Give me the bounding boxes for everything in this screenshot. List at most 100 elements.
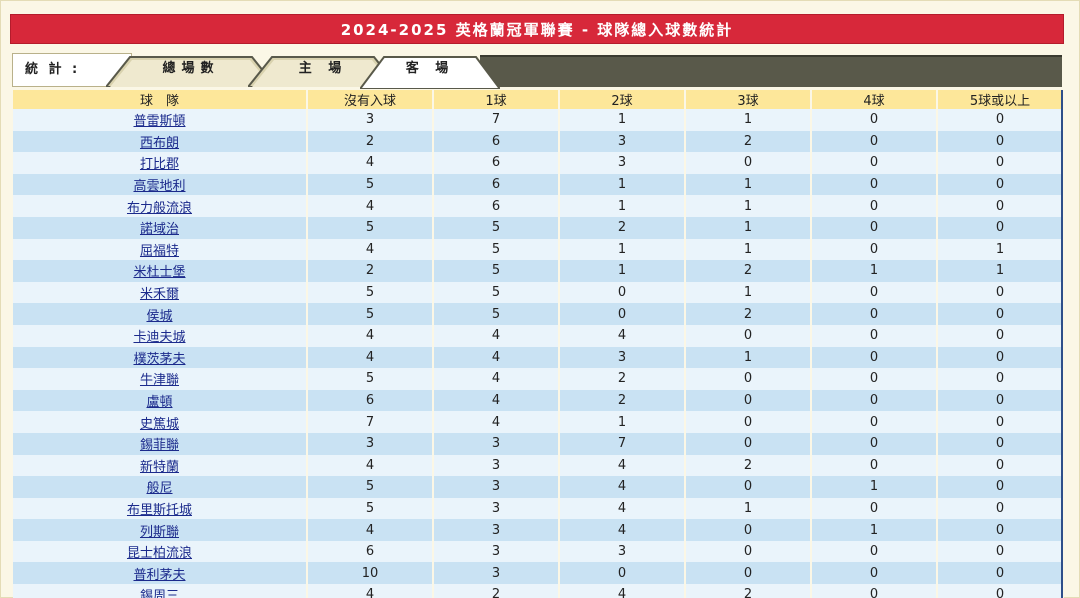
column-header: 1球 [433,90,560,109]
goal-count-cell: 6 [307,540,434,563]
table-row: 昆士柏流浪 6 3 3 0 0 0 [13,540,1064,563]
column-header: 5球或以上 [937,90,1064,109]
team-cell: 新特蘭 [13,454,308,477]
table-row: 米禾爾 5 5 0 1 0 0 [13,281,1064,304]
team-link[interactable]: 米杜士堡 [133,265,185,280]
goal-count-cell: 5 [433,216,560,239]
team-link[interactable]: 布力般流浪 [127,201,192,216]
team-link[interactable]: 錫菲聯 [140,438,179,453]
goal-count-cell: 5 [433,260,560,282]
goal-count-cell: 0 [811,432,938,455]
table-row: 高雲地利 5 6 1 1 0 0 [13,173,1064,196]
goal-count-cell: 1 [559,195,686,217]
goal-count-cell: 0 [811,584,938,598]
column-header: 3球 [685,90,812,109]
table-row: 西布朗 2 6 3 2 0 0 [13,130,1064,153]
team-link[interactable]: 列斯聯 [140,525,179,540]
team-link[interactable]: 諾域治 [140,222,179,237]
goal-count-cell: 4 [559,324,686,347]
team-cell: 樸茨茅夫 [13,346,308,369]
goal-count-cell: 2 [559,389,686,412]
team-cell: 普雷斯頓 [13,109,308,131]
team-link[interactable]: 普雷斯頓 [133,114,185,129]
goal-count-cell: 0 [685,432,812,455]
team-link[interactable]: 普利茅夫 [133,568,185,583]
column-header: 沒有入球 [307,90,434,109]
team-cell: 打比郡 [13,152,308,174]
goal-count-cell: 4 [559,584,686,598]
goal-count-cell: 4 [559,476,686,498]
goal-count-cell: 0 [937,346,1064,369]
team-cell: 列斯聯 [13,519,308,541]
goal-count-cell: 0 [811,562,938,585]
goal-count-cell: 1 [685,195,812,217]
team-link[interactable]: 屈福特 [140,244,179,259]
team-link[interactable]: 侯城 [146,309,172,324]
goal-count-cell: 0 [559,281,686,304]
goal-count-cell: 0 [559,562,686,585]
team-cell: 般尼 [13,476,308,498]
team-cell: 錫菲聯 [13,432,308,455]
goal-count-cell: 6 [433,195,560,217]
team-link[interactable]: 樸茨茅夫 [133,352,185,367]
team-cell: 史篤城 [13,411,308,433]
team-link[interactable]: 西布朗 [140,136,179,151]
table-row: 布里斯托城 5 3 4 1 0 0 [13,497,1064,520]
tab-away[interactable]: 客 場 [360,53,500,89]
goal-count-cell: 0 [937,584,1064,598]
table-row: 打比郡 4 6 3 0 0 0 [13,152,1064,174]
goal-count-cell: 3 [307,432,434,455]
goal-count-cell: 3 [559,152,686,174]
table-body: 普雷斯頓 3 7 1 1 0 0 西布朗 2 6 3 2 0 0 打比郡 4 6 3 0 0 0 高雲地利 5 6 1 1 0 0 布力… [13,109,1064,598]
table-row: 普利茅夫 10 3 0 0 0 0 [13,562,1064,585]
team-link[interactable]: 牛津聯 [140,373,179,388]
tab-total-label: 總場數 [162,61,220,76]
goal-count-cell: 0 [937,152,1064,174]
team-link[interactable]: 錫周三 [140,589,179,598]
team-cell: 牛津聯 [13,368,308,390]
goal-count-cell: 1 [685,497,812,520]
goal-count-cell: 0 [685,411,812,433]
goal-count-cell: 6 [433,130,560,153]
goal-count-cell: 0 [811,324,938,347]
team-cell: 米禾爾 [13,281,308,304]
page-title: 2024-2025 英格蘭冠軍聯賽 - 球隊總入球數統計 [10,14,1064,44]
goal-count-cell: 0 [811,497,938,520]
team-link[interactable]: 新特蘭 [140,460,179,475]
team-link[interactable]: 盧頓 [146,395,172,410]
goal-count-cell: 4 [559,454,686,477]
goal-count-cell: 2 [685,584,812,598]
team-cell: 錫周三 [13,584,308,598]
table-row: 錫周三 4 2 4 2 0 0 [13,584,1064,598]
goal-count-cell: 2 [685,303,812,325]
goal-count-cell: 1 [685,281,812,304]
team-link[interactable]: 打比郡 [140,157,179,172]
goal-count-cell: 2 [559,368,686,390]
table-row: 列斯聯 4 3 4 0 1 0 [13,519,1064,541]
team-link[interactable]: 史篤城 [140,417,179,432]
goal-count-cell: 0 [811,173,938,196]
goal-count-cell: 4 [307,324,434,347]
team-link[interactable]: 米禾爾 [140,287,179,302]
table-header-row: 球 隊沒有入球 1球 2球 3球 4球 5球或以上 [13,90,1064,109]
goal-count-cell: 0 [937,389,1064,412]
table-row: 普雷斯頓 3 7 1 1 0 0 [13,109,1064,131]
table-row: 屈福特 4 5 1 1 0 1 [13,238,1064,261]
team-cell: 西布朗 [13,130,308,153]
goal-count-cell: 1 [685,109,812,131]
team-link[interactable]: 昆士柏流浪 [127,546,192,561]
team-cell: 布力般流浪 [13,195,308,217]
goal-count-cell: 5 [307,368,434,390]
team-link[interactable]: 般尼 [146,481,172,496]
team-link[interactable]: 卡迪夫城 [133,330,185,345]
team-cell: 普利茅夫 [13,562,308,585]
team-link[interactable]: 高雲地利 [133,179,185,194]
goal-count-cell: 0 [937,281,1064,304]
goal-count-cell: 3 [307,109,434,131]
goal-count-cell: 1 [559,173,686,196]
goal-count-cell: 5 [307,173,434,196]
goal-count-cell: 4 [307,238,434,261]
team-link[interactable]: 布里斯托城 [127,503,192,518]
goal-count-cell: 10 [307,562,434,585]
goal-count-cell: 0 [685,562,812,585]
